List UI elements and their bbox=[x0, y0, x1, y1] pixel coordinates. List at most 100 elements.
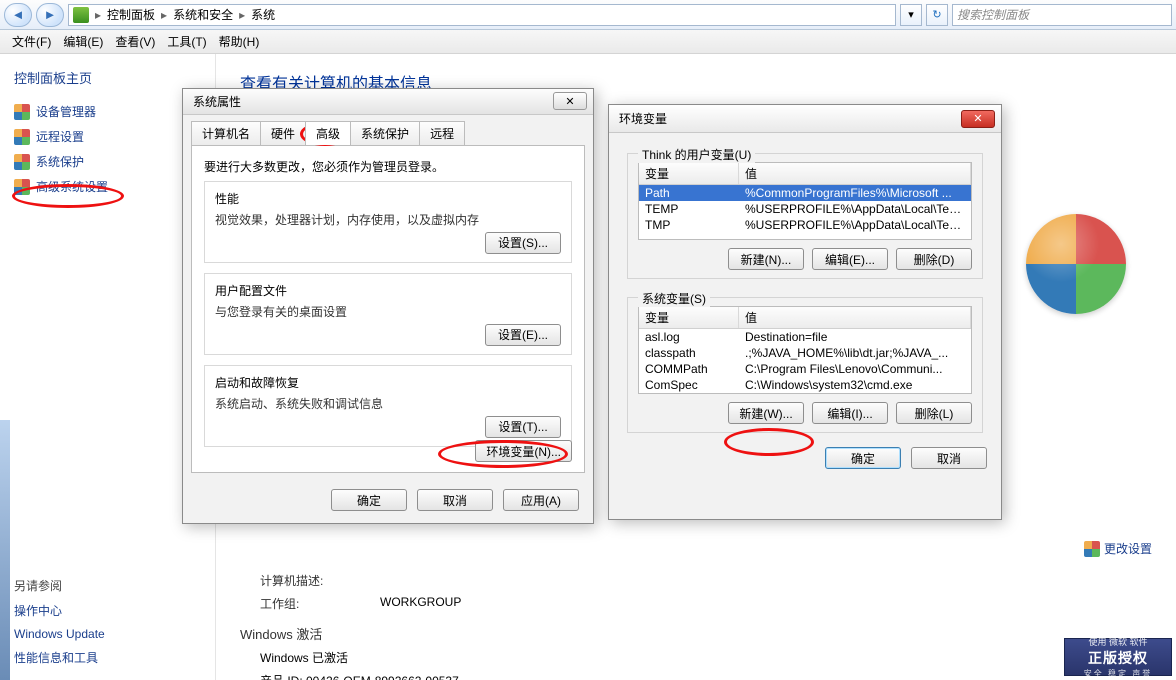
table-row[interactable]: ComSpecC:\Windows\system32\cmd.exe bbox=[639, 377, 971, 393]
breadcrumb-item[interactable]: 控制面板 bbox=[107, 6, 155, 23]
sidebar-item-advanced[interactable]: 高级系统设置 bbox=[14, 178, 201, 195]
user-edit-button[interactable]: 编辑(E)... bbox=[812, 248, 888, 270]
var-name: ComSpec bbox=[639, 377, 739, 393]
workgroup-value: WORKGROUP bbox=[380, 595, 461, 612]
menu-help[interactable]: 帮助(H) bbox=[219, 33, 260, 50]
menu-view[interactable]: 查看(V) bbox=[115, 33, 155, 50]
admin-note: 要进行大多数更改，您必须作为管理员登录。 bbox=[204, 158, 572, 175]
system-properties-dialog: 系统属性 ✕ 计算机名 硬件 高级 系统保护 远程 要进行大多数更改，您必须作为… bbox=[182, 88, 594, 524]
table-row[interactable]: classpath.;%JAVA_HOME%\lib\dt.jar;%JAVA_… bbox=[639, 345, 971, 361]
change-settings-link[interactable]: 更改设置 bbox=[1084, 540, 1152, 557]
system-vars-table[interactable]: 变量 值 asl.logDestination=fileclasspath.;%… bbox=[638, 306, 972, 394]
var-name: TMP bbox=[639, 217, 739, 233]
menu-tools[interactable]: 工具(T) bbox=[167, 33, 206, 50]
environment-variables-dialog: 环境变量 ✕ Think 的用户变量(U) 变量 值 Path%CommonPr… bbox=[608, 104, 1002, 520]
genuine-line2: 正版授权 bbox=[1088, 648, 1148, 668]
table-row[interactable]: COMMPathC:\Program Files\Lenovo\Communi.… bbox=[639, 361, 971, 377]
genuine-badge: 使用 微软 软件 正版授权 安全 稳定 声誉 bbox=[1064, 638, 1172, 676]
tab-hardware[interactable]: 硬件 bbox=[260, 121, 306, 145]
var-name: Path bbox=[639, 185, 739, 201]
sidebar-item-label: 系统保护 bbox=[36, 153, 84, 170]
sidebar-item-device-manager[interactable]: 设备管理器 bbox=[14, 103, 201, 120]
table-row[interactable]: TMP%USERPROFILE%\AppData\Local\Temp bbox=[639, 217, 971, 233]
apply-button[interactable]: 应用(A) bbox=[503, 489, 579, 511]
breadcrumb[interactable]: ▸ 控制面板 ▸ 系统和安全 ▸ 系统 bbox=[68, 4, 896, 26]
cancel-button[interactable]: 取消 bbox=[911, 447, 987, 469]
sidebar-item-protection[interactable]: 系统保护 bbox=[14, 153, 201, 170]
activation-status: Windows 已激活 bbox=[260, 649, 348, 666]
activation-section-title: Windows 激活 bbox=[240, 624, 1152, 643]
genuine-line3: 安全 稳定 声誉 bbox=[1084, 668, 1152, 679]
workgroup-label: 工作组: bbox=[260, 595, 360, 612]
chevron-right-icon: ▸ bbox=[161, 8, 167, 22]
var-value: %USERPROFILE%\AppData\Local\Temp bbox=[739, 201, 971, 217]
tab-protection[interactable]: 系统保护 bbox=[350, 121, 420, 145]
close-button[interactable]: ✕ bbox=[961, 110, 995, 128]
user-variables-group: Think 的用户变量(U) 变量 值 Path%CommonProgramFi… bbox=[627, 153, 983, 279]
see-also-windows-update[interactable]: Windows Update bbox=[14, 627, 201, 641]
sys-new-button[interactable]: 新建(W)... bbox=[728, 402, 804, 424]
see-also-heading: 另请参阅 bbox=[14, 577, 201, 594]
environment-variables-button[interactable]: 环境变量(N)... bbox=[475, 440, 572, 462]
col-variable[interactable]: 变量 bbox=[639, 307, 739, 328]
var-value: %USERPROFILE%\AppData\Local\Temp bbox=[739, 217, 971, 233]
tab-remote[interactable]: 远程 bbox=[419, 121, 465, 145]
dialog-title: 系统属性 bbox=[193, 93, 241, 110]
var-value: C:\Program Files\Lenovo\Communi... bbox=[739, 361, 971, 377]
search-input[interactable]: 搜索控制面板 bbox=[952, 4, 1172, 26]
menu-edit[interactable]: 编辑(E) bbox=[63, 33, 103, 50]
windows-logo-icon bbox=[1026, 214, 1126, 314]
group-performance: 性能 视觉效果，处理器计划，内存使用，以及虚拟内存 设置(S)... bbox=[204, 181, 572, 263]
user-delete-button[interactable]: 删除(D) bbox=[896, 248, 972, 270]
refresh-button[interactable]: ↻ bbox=[926, 4, 948, 26]
tab-advanced[interactable]: 高级 bbox=[305, 121, 351, 145]
see-also-action-center[interactable]: 操作中心 bbox=[14, 602, 201, 619]
var-value: .;%JAVA_HOME%\lib\dt.jar;%JAVA_... bbox=[739, 345, 971, 361]
shield-icon bbox=[14, 104, 30, 120]
decorative-strip bbox=[0, 420, 10, 680]
sidebar-title[interactable]: 控制面板主页 bbox=[14, 68, 201, 87]
group-desc: 与您登录有关的桌面设置 bbox=[215, 303, 561, 320]
breadcrumb-item[interactable]: 系统 bbox=[251, 6, 275, 23]
var-value: %CommonProgramFiles%\Microsoft ... bbox=[739, 185, 971, 201]
col-value[interactable]: 值 bbox=[739, 163, 971, 184]
var-name: COMMPath bbox=[639, 361, 739, 377]
sys-edit-button[interactable]: 编辑(I)... bbox=[812, 402, 888, 424]
dropdown-button[interactable]: ▾ bbox=[900, 4, 922, 26]
sidebar-item-remote[interactable]: 远程设置 bbox=[14, 128, 201, 145]
breadcrumb-item[interactable]: 系统和安全 bbox=[173, 6, 233, 23]
user-new-button[interactable]: 新建(N)... bbox=[728, 248, 804, 270]
chevron-right-icon: ▸ bbox=[95, 8, 101, 22]
nav-forward-button[interactable]: ► bbox=[36, 3, 64, 27]
product-id: 产品 ID: 00426-OEM-8992662-00537 bbox=[260, 672, 459, 680]
ok-button[interactable]: 确定 bbox=[825, 447, 901, 469]
address-bar: ◄ ► ▸ 控制面板 ▸ 系统和安全 ▸ 系统 ▾ ↻ 搜索控制面板 bbox=[0, 0, 1176, 30]
cancel-button[interactable]: 取消 bbox=[417, 489, 493, 511]
user-vars-table[interactable]: 变量 值 Path%CommonProgramFiles%\Microsoft … bbox=[638, 162, 972, 240]
sys-delete-button[interactable]: 删除(L) bbox=[896, 402, 972, 424]
group-desc: 系统启动、系统失败和调试信息 bbox=[215, 395, 561, 412]
ok-button[interactable]: 确定 bbox=[331, 489, 407, 511]
table-row[interactable]: TEMP%USERPROFILE%\AppData\Local\Temp bbox=[639, 201, 971, 217]
see-also-performance[interactable]: 性能信息和工具 bbox=[14, 649, 201, 666]
dialog-title: 环境变量 bbox=[619, 110, 667, 127]
profile-settings-button[interactable]: 设置(E)... bbox=[485, 324, 561, 346]
col-value[interactable]: 值 bbox=[739, 307, 971, 328]
chevron-right-icon: ▸ bbox=[239, 8, 245, 22]
var-name: classpath bbox=[639, 345, 739, 361]
col-variable[interactable]: 变量 bbox=[639, 163, 739, 184]
group-title: 用户配置文件 bbox=[215, 282, 561, 299]
menu-bar: 文件(F) 编辑(E) 查看(V) 工具(T) 帮助(H) bbox=[0, 30, 1176, 54]
menu-file[interactable]: 文件(F) bbox=[12, 33, 51, 50]
table-row[interactable]: asl.logDestination=file bbox=[639, 329, 971, 345]
table-row[interactable]: Path%CommonProgramFiles%\Microsoft ... bbox=[639, 185, 971, 201]
startup-settings-button[interactable]: 设置(T)... bbox=[485, 416, 561, 438]
nav-back-button[interactable]: ◄ bbox=[4, 3, 32, 27]
performance-settings-button[interactable]: 设置(S)... bbox=[485, 232, 561, 254]
group-startup: 启动和故障恢复 系统启动、系统失败和调试信息 设置(T)... bbox=[204, 365, 572, 447]
shield-icon bbox=[1084, 541, 1100, 557]
tab-computer-name[interactable]: 计算机名 bbox=[191, 121, 261, 145]
sidebar-item-label: 设备管理器 bbox=[36, 103, 96, 120]
close-button[interactable]: ✕ bbox=[553, 92, 587, 110]
group-title: 启动和故障恢复 bbox=[215, 374, 561, 391]
